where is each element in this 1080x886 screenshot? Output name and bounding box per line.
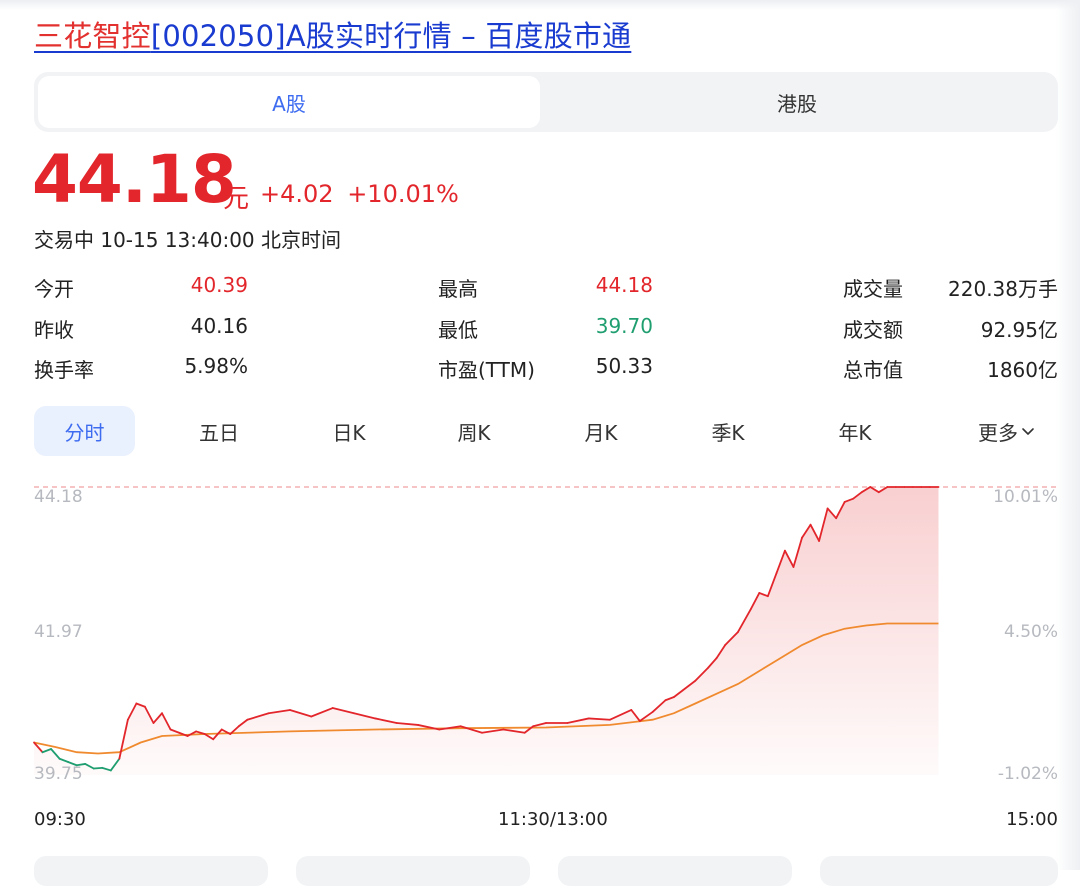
tab-weekly-k[interactable]: 周K	[439, 406, 509, 456]
trading-status: 交易中 10-15 13:40:00 北京时间	[34, 228, 342, 252]
tab-intraday[interactable]: 分时	[34, 406, 135, 456]
x-tick-close: 15:00	[1006, 809, 1058, 830]
stat-volume-label: 成交量	[843, 277, 903, 301]
change-percent: +10.01%	[347, 180, 459, 208]
bottom-card-3[interactable]	[558, 856, 792, 886]
tab-five-day[interactable]: 五日	[184, 406, 254, 456]
tab-more[interactable]: 更多	[956, 406, 1058, 456]
stat-pe-value: 50.33	[595, 354, 653, 378]
stat-pe-label: 市盈(TTM)	[438, 358, 535, 382]
chevron-down-icon	[1022, 428, 1034, 435]
stat-prev-close-value: 40.16	[190, 314, 248, 338]
tab-hk-share[interactable]: 港股	[546, 76, 1048, 128]
price-line-segment	[92, 766, 104, 770]
stat-open-label: 今开	[34, 277, 74, 301]
stat-open-value: 40.39	[190, 273, 248, 297]
bottom-card-4[interactable]	[820, 856, 1058, 886]
tab-daily-k[interactable]: 日K	[314, 406, 384, 456]
y-right-tick-mid: 4.50%	[1003, 622, 1058, 642]
price-unit: 元	[223, 184, 250, 214]
tab-yearly-k[interactable]: 年K	[820, 406, 890, 456]
y-left-tick-bottom: 39.75	[34, 764, 83, 784]
stat-mktcap-label: 总市值	[843, 358, 903, 382]
stat-low-value: 39.70	[595, 314, 653, 338]
top-shadow	[0, 0, 1080, 10]
page-title-link[interactable]: 三花智控[002050]A股实时行情 – 百度股市通	[34, 14, 631, 58]
tab-a-share[interactable]: A股	[38, 76, 540, 128]
stock-name: 三花智控	[34, 19, 151, 53]
stat-turnover-label: 换手率	[34, 358, 94, 382]
stat-high-value: 44.18	[595, 273, 653, 297]
y-right-tick-bottom: -1.02%	[997, 764, 1058, 784]
y-left-tick-mid: 41.97	[34, 622, 83, 642]
x-tick-midday: 11:30/13:00	[498, 809, 608, 830]
bottom-card-2[interactable]	[296, 856, 530, 886]
x-tick-open: 09:30	[34, 809, 86, 830]
stat-volume-value: 220.38万手	[948, 277, 1058, 301]
change-amount: +4.02	[260, 180, 334, 208]
bottom-card-1[interactable]	[34, 856, 268, 886]
stat-turnover-value: 5.98%	[184, 354, 248, 378]
y-right-tick-top: 10.01%	[993, 487, 1058, 507]
stat-prev-close-label: 昨收	[34, 318, 74, 342]
stat-amount-value: 92.95亿	[980, 318, 1058, 342]
tab-quarterly-k[interactable]: 季K	[693, 406, 763, 456]
y-left-tick-top: 44.18	[34, 487, 83, 507]
stat-mktcap-value: 1860亿	[987, 358, 1058, 382]
stat-high-label: 最高	[438, 277, 478, 301]
market-tabs: A股 港股	[34, 72, 1058, 132]
period-tabs: 分时 五日 日K 周K 月K 季K 年K 更多	[34, 406, 1058, 456]
price-change: +4.02 +10.01%	[260, 180, 459, 208]
current-price: 44.18	[32, 141, 237, 218]
title-rest: [002050]A股实时行情 – 百度股市通	[150, 19, 632, 53]
tab-more-label: 更多	[978, 420, 1018, 445]
stat-low-label: 最低	[438, 318, 478, 342]
intraday-chart[interactable]: 44.18 41.97 39.75 10.01% 4.50% -1.02% 09…	[0, 470, 1080, 870]
tab-monthly-k[interactable]: 月K	[566, 406, 636, 456]
stat-amount-label: 成交额	[843, 318, 903, 342]
